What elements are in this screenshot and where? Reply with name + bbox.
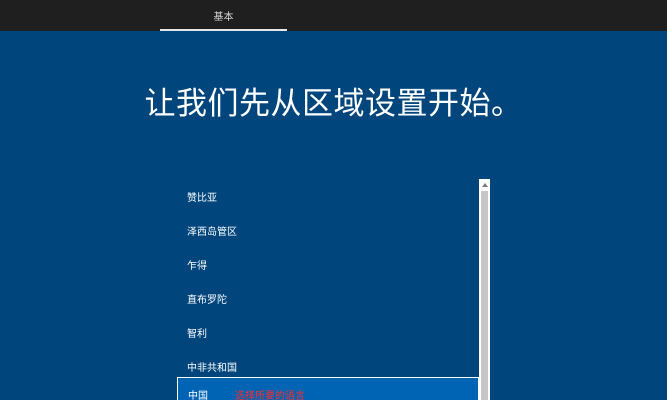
annotation-text: 选择所要的语言: [235, 390, 305, 400]
tab-basic[interactable]: 基本: [160, 0, 287, 31]
list-item-label: 直布罗陀: [187, 294, 227, 306]
list-item-zambia[interactable]: 赞比亚: [177, 179, 479, 213]
list-item-label: 中非共和国: [187, 362, 237, 374]
list-item-label: 赞比亚: [187, 192, 217, 204]
list-item-china[interactable]: 中国 选择所要的语言: [177, 377, 479, 400]
top-bar: 基本: [0, 0, 667, 31]
tab-active-indicator: [160, 29, 287, 31]
list-item-gibraltar[interactable]: 直布罗陀: [177, 281, 479, 315]
list-scrollbar[interactable]: [479, 179, 490, 400]
list-item-label: 乍得: [187, 260, 207, 272]
page-title: 让我们先从区域设置开始。: [144, 86, 523, 122]
region-list-items: 赞比亚 泽西岛管区 乍得 直布罗陀 智利 中非共和国 中国 选择所要的语言: [177, 179, 479, 400]
list-item-jersey[interactable]: 泽西岛管区: [177, 213, 479, 247]
list-item-chad[interactable]: 乍得: [177, 247, 479, 281]
region-list[interactable]: 赞比亚 泽西岛管区 乍得 直布罗陀 智利 中非共和国 中国 选择所要的语言: [177, 179, 490, 400]
list-item-label: 智利: [187, 328, 207, 340]
list-item-label: 中国: [188, 390, 208, 400]
list-item-chile[interactable]: 智利: [177, 315, 479, 349]
list-item-label: 泽西岛管区: [187, 226, 237, 238]
scroll-thumb[interactable]: [481, 191, 488, 400]
tab-basic-label: 基本: [213, 12, 234, 23]
scroll-up-arrow-icon[interactable]: [479, 179, 490, 190]
